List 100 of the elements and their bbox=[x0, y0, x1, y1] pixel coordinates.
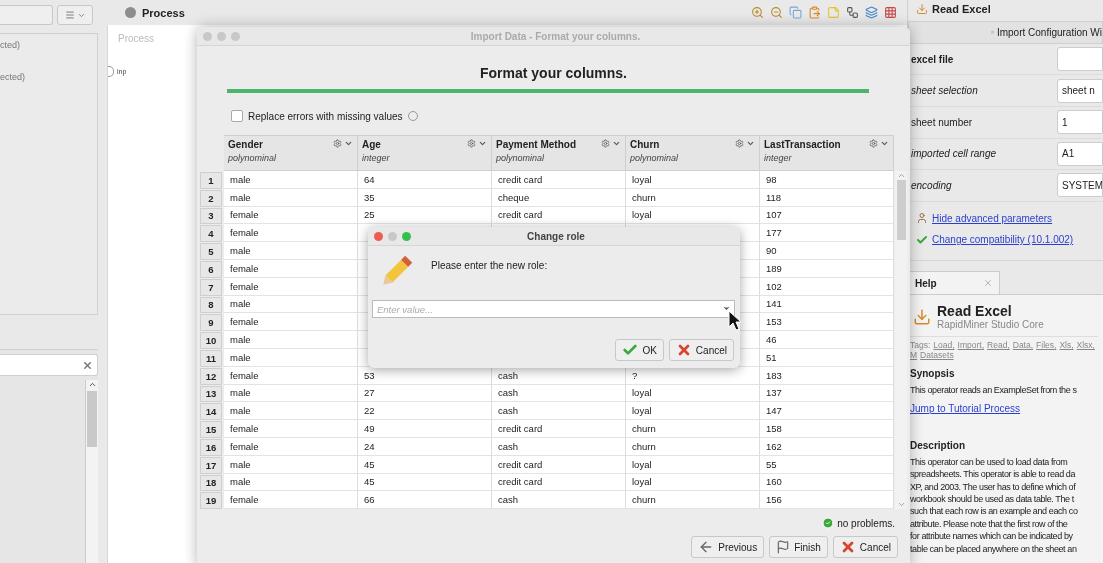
table-cell: churn bbox=[626, 420, 760, 438]
caret-icon[interactable] bbox=[612, 139, 621, 148]
table-cell: 64 bbox=[358, 171, 492, 189]
filter-field[interactable] bbox=[0, 354, 98, 376]
wizard-button[interactable]: Import Configuration Wi bbox=[908, 21, 1103, 44]
dialog-button[interactable]: Cancel bbox=[668, 339, 734, 361]
column-type: polynominal bbox=[228, 153, 277, 163]
row-number: 9 bbox=[200, 314, 222, 332]
process-icon bbox=[125, 7, 136, 18]
description-text: such that each row is an example and each co bbox=[910, 505, 1078, 518]
wizard-nav-button[interactable]: Cancel bbox=[832, 536, 898, 559]
menu-button[interactable] bbox=[57, 5, 93, 25]
dialog-button[interactable]: OK bbox=[615, 339, 664, 361]
note-icon[interactable] bbox=[827, 6, 840, 19]
repository-item[interactable]: ected) bbox=[0, 72, 97, 82]
table-cell: 66 bbox=[358, 491, 492, 510]
scrollbar[interactable] bbox=[895, 171, 907, 510]
table-cell: 158 bbox=[760, 420, 894, 438]
column-header[interactable]: Gender polynominal bbox=[224, 135, 358, 171]
scrollbar[interactable] bbox=[85, 380, 98, 563]
column-type: integer bbox=[362, 153, 390, 163]
tutorial-link[interactable]: Jump to Tutorial Process bbox=[910, 402, 1101, 414]
scroll-up-icon[interactable] bbox=[896, 171, 906, 180]
row-number: 15 bbox=[200, 421, 222, 438]
parameter-field[interactable]: 1 bbox=[1057, 110, 1103, 135]
parameter-label: excel file bbox=[911, 53, 954, 65]
parameter-link[interactable]: Hide advanced parameters bbox=[932, 212, 1053, 224]
paste-icon[interactable] bbox=[808, 6, 821, 19]
workflow-icon[interactable] bbox=[846, 6, 859, 19]
checkbox[interactable] bbox=[231, 110, 243, 122]
column-name: Gender bbox=[228, 139, 264, 150]
scroll-thumb[interactable] bbox=[87, 391, 97, 447]
table-cell: loyal bbox=[626, 171, 760, 189]
settings-icon[interactable] bbox=[735, 139, 744, 148]
search-field[interactable] bbox=[0, 5, 53, 25]
check-icon bbox=[622, 342, 639, 358]
parameter-field[interactable]: A1 bbox=[1057, 141, 1103, 166]
clear-icon[interactable] bbox=[82, 359, 93, 371]
column-type: polynominal bbox=[630, 153, 679, 163]
description-text: for attribute names which can be indicated by bbox=[910, 530, 1073, 543]
column-name: Age bbox=[362, 139, 382, 150]
parameter-link[interactable]: Change compatibility (10.1.002) bbox=[932, 234, 1074, 246]
close-icon[interactable] bbox=[983, 278, 993, 289]
caret-icon[interactable] bbox=[746, 139, 755, 148]
layers-icon[interactable] bbox=[865, 6, 878, 19]
table-cell: female bbox=[224, 491, 358, 510]
grid-icon[interactable] bbox=[884, 6, 897, 19]
row-number: 10 bbox=[200, 332, 222, 349]
table-cell: male bbox=[224, 402, 358, 421]
window-button[interactable] bbox=[388, 231, 397, 241]
row-number: 3 bbox=[200, 207, 222, 225]
dialog-title: Change role bbox=[527, 230, 585, 242]
scroll-up-icon[interactable] bbox=[87, 380, 97, 389]
role-combo-field[interactable]: Enter value... bbox=[372, 300, 735, 318]
row-number: 17 bbox=[200, 456, 222, 474]
settings-icon[interactable] bbox=[869, 139, 878, 148]
caret-icon[interactable] bbox=[880, 139, 889, 148]
mouse-cursor-icon bbox=[728, 310, 742, 332]
zoom-out-icon[interactable] bbox=[770, 6, 783, 19]
parameter-field[interactable]: SYSTEM bbox=[1057, 173, 1103, 198]
wizard-nav-button[interactable]: Previous bbox=[691, 536, 765, 559]
table-cell: loyal bbox=[626, 402, 760, 421]
column-header[interactable]: LastTransaction integer bbox=[760, 135, 894, 171]
table-cell: female bbox=[224, 224, 358, 243]
port-icon[interactable] bbox=[108, 66, 114, 77]
flag-icon bbox=[776, 540, 791, 555]
description-text: attribute. Please note that the first row of the bbox=[910, 517, 1068, 531]
parameter-field[interactable]: sheet n bbox=[1057, 78, 1103, 103]
parameter-label: encoding bbox=[911, 179, 952, 191]
table-cell: 22 bbox=[358, 402, 492, 421]
zoom-window-button[interactable] bbox=[402, 231, 411, 241]
copy-icon[interactable] bbox=[789, 6, 802, 19]
caret-icon[interactable] bbox=[722, 304, 731, 313]
caret-icon[interactable] bbox=[344, 139, 353, 148]
column-header[interactable]: Payment Method polynominal bbox=[492, 135, 626, 171]
zoom-in-icon[interactable] bbox=[751, 6, 764, 19]
section-heading: Description bbox=[910, 439, 966, 451]
prompt-text: Please enter the new role: bbox=[431, 260, 548, 273]
repository-item[interactable]: cted) bbox=[0, 40, 97, 50]
help-tab[interactable]: Help bbox=[908, 271, 1000, 295]
close-window-button[interactable] bbox=[374, 231, 383, 241]
table-cell: credit card bbox=[492, 420, 626, 438]
table-cell: male bbox=[224, 331, 358, 349]
operator-title: Read Excel bbox=[932, 2, 991, 15]
settings-icon[interactable] bbox=[601, 139, 610, 148]
parameter-label: sheet selection bbox=[911, 85, 978, 97]
caret-icon[interactable] bbox=[478, 139, 487, 148]
wizard-nav-button[interactable]: Finish bbox=[769, 536, 828, 559]
settings-icon[interactable] bbox=[333, 139, 342, 148]
parameter-field[interactable] bbox=[1057, 47, 1103, 72]
settings-icon[interactable] bbox=[467, 139, 476, 148]
table-cell: 98 bbox=[760, 171, 894, 189]
panel-title: Process bbox=[142, 6, 185, 19]
column-header[interactable]: Age integer bbox=[358, 135, 492, 171]
row-number: 19 bbox=[200, 492, 222, 510]
menu-icon bbox=[64, 10, 75, 20]
scroll-thumb[interactable] bbox=[896, 180, 906, 240]
status-text: no problems. bbox=[837, 517, 895, 529]
column-header[interactable]: Churn polynominal bbox=[626, 135, 760, 171]
help-subtitle: RapidMiner Studio Core bbox=[937, 319, 1044, 331]
